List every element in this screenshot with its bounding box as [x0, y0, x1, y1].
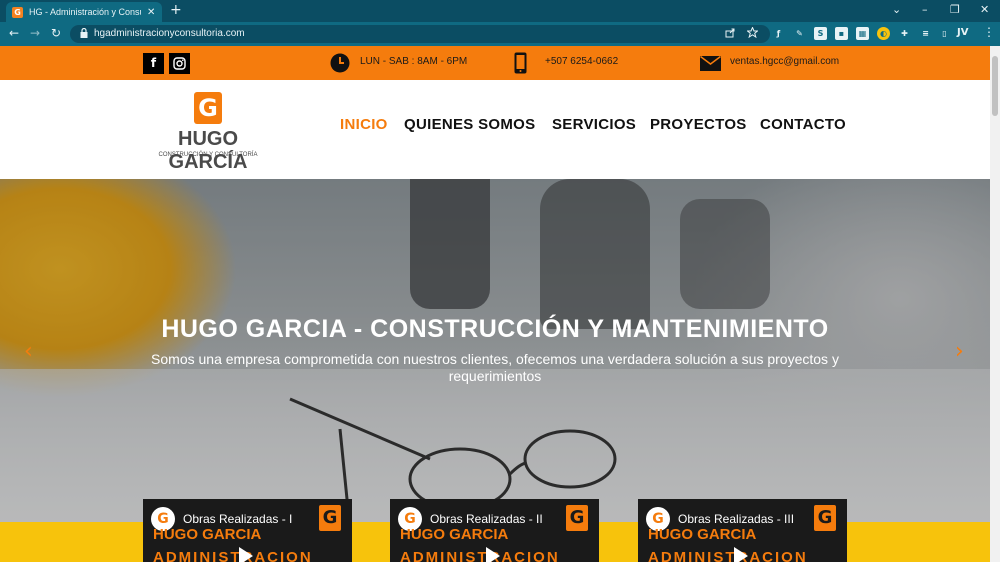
video-thumbnail-admin: ADMINISTRACION [153, 549, 313, 562]
reload-button[interactable]: ↻ [51, 26, 61, 40]
logo-tagline: CONSTRUCCIÓN Y CONSULTORÍA [158, 152, 258, 158]
extension-pen-icon[interactable]: ✎ [793, 27, 806, 40]
video-logo-icon: G [566, 505, 588, 531]
slider-next-arrow-icon[interactable]: › [955, 339, 964, 364]
extension-grid-icon[interactable]: ▦ [856, 27, 869, 40]
play-icon[interactable] [486, 547, 500, 562]
nav-proyectos[interactable]: PROYECTOS [650, 116, 747, 133]
facebook-icon[interactable]: f [143, 53, 164, 74]
new-tab-button[interactable]: + [170, 2, 182, 18]
tab-close-icon[interactable]: ✕ [147, 7, 155, 18]
video-thumbnail-admin: ADMINISTRACION [400, 549, 560, 562]
minimize-button[interactable]: – [922, 3, 928, 16]
nav-inicio[interactable]: INICIO [340, 116, 388, 133]
slider-prev-arrow-icon[interactable]: ‹ [24, 339, 33, 364]
play-icon[interactable] [239, 547, 253, 562]
play-icon[interactable] [734, 547, 748, 562]
menu-kebab-icon[interactable]: ⋮ [983, 25, 995, 39]
bookmark-star-icon[interactable] [746, 26, 759, 41]
hero-title: HUGO GARCIA - CONSTRUCCIÓN Y MANTENIMIEN… [161, 315, 829, 343]
browser-toolbar: ← → ↻ hgadministracionyconsultoria.com ƒ… [0, 22, 1000, 46]
clock-icon [330, 53, 350, 77]
mail-icon [700, 55, 721, 75]
phone-number[interactable]: +507 6254-0662 [545, 56, 618, 67]
logo-mark: G [194, 92, 222, 124]
video-title[interactable]: Obras Realizadas - II [430, 512, 543, 526]
back-button[interactable]: ← [9, 26, 19, 40]
browser-tab[interactable]: G HG - Administración y Consultoría ✕ [6, 2, 162, 22]
nav-contacto[interactable]: CONTACTO [760, 116, 846, 133]
contact-topbar: f LUN - SAB : 8AM - 6PM +507 6254-0662 v… [0, 46, 990, 80]
site-logo[interactable]: G HUGO GARCÍA CONSTRUCCIÓN Y CONSULTORÍA [148, 92, 268, 173]
video-thumbnail-name: HUGO GARCIA [153, 526, 262, 543]
share-icon[interactable] [725, 27, 736, 41]
video-thumbnail-admin: ADMINISTRACION [648, 549, 808, 562]
restore-button[interactable]: ❐ [950, 3, 960, 16]
url-text[interactable]: hgadministracionyconsultoria.com [94, 28, 245, 39]
video-title[interactable]: Obras Realizadas - III [678, 512, 794, 526]
phone-icon [514, 52, 527, 78]
logo-name: HUGO GARCÍA [168, 128, 248, 173]
video-card[interactable]: G Obras Realizadas - III G HUGO GARCIA A… [638, 499, 847, 562]
scrollbar-thumb[interactable] [992, 56, 998, 116]
lock-icon[interactable] [80, 27, 88, 41]
video-card[interactable]: G Obras Realizadas - II G HUGO GARCIA AD… [390, 499, 599, 562]
video-logo-icon: G [319, 505, 341, 531]
close-window-button[interactable]: ✕ [980, 3, 989, 16]
video-card[interactable]: G Obras Realizadas - I G HUGO GARCIA ADM… [143, 499, 352, 562]
hero-subtitle: Somos una empresa comprometida con nuest… [151, 351, 839, 384]
video-thumbnail-name: HUGO GARCIA [648, 526, 757, 543]
site-favicon-icon: G [12, 6, 23, 18]
tab-search-chevron-icon[interactable]: ⌄ [892, 3, 901, 16]
profile-avatar[interactable]: JV [957, 27, 968, 38]
forward-button[interactable]: → [30, 26, 40, 40]
extension-circle-icon[interactable]: ◐ [877, 27, 890, 40]
page-scrollbar[interactable] [990, 46, 1000, 562]
nav-quienes-somos[interactable]: QUIENES SOMOS [404, 116, 535, 133]
web-page: f LUN - SAB : 8AM - 6PM +507 6254-0662 v… [0, 46, 990, 562]
video-title[interactable]: Obras Realizadas - I [183, 512, 292, 526]
instagram-icon[interactable] [169, 53, 190, 74]
video-logo-icon: G [814, 505, 836, 531]
browser-tab-bar: G HG - Administración y Consultoría ✕ + … [0, 0, 1000, 22]
extension-icon[interactable]: ƒ [772, 27, 785, 40]
tab-title: HG - Administración y Consultoría [29, 7, 141, 17]
nav-servicios[interactable]: SERVICIOS [552, 116, 636, 133]
business-hours: LUN - SAB : 8AM - 6PM [360, 56, 468, 67]
video-thumbnail-name: HUGO GARCIA [400, 526, 509, 543]
hero-slider: HUGO GARCIA - CONSTRUCCIÓN Y MANTENIMIEN… [0, 179, 990, 522]
side-panel-icon[interactable]: ▯ [938, 27, 951, 40]
extension-s-icon[interactable]: S [814, 27, 827, 40]
extension-square-icon[interactable]: ▪ [835, 27, 848, 40]
email-address[interactable]: ventas.hgcc@gmail.com [730, 56, 839, 67]
reading-list-icon[interactable]: ≡ [919, 27, 932, 40]
site-header: G HUGO GARCÍA CONSTRUCCIÓN Y CONSULTORÍA… [0, 80, 990, 179]
puzzle-icon[interactable]: ✚ [898, 27, 911, 40]
address-bar[interactable]: hgadministracionyconsultoria.com [70, 25, 770, 43]
